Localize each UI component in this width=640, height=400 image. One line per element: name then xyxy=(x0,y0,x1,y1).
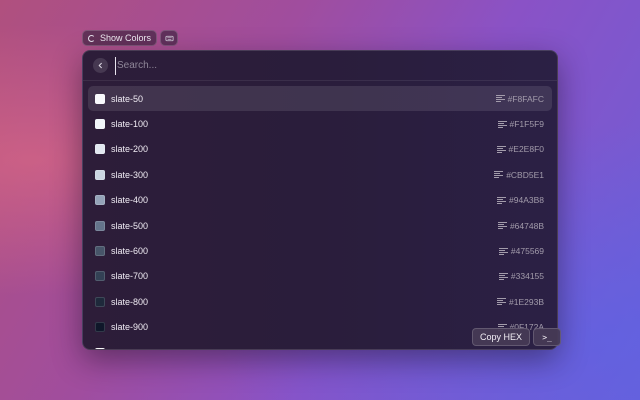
hex-value: #E2E8F0 xyxy=(508,144,544,155)
back-button[interactable] xyxy=(93,58,108,73)
hex-accessory: #475569 xyxy=(498,246,544,257)
hex-accessory: #F8FAFC xyxy=(495,93,544,104)
list-item[interactable]: slate-500 #64748B xyxy=(88,213,552,238)
copy-hex-button[interactable]: Copy HEX xyxy=(472,328,531,346)
color-swatch xyxy=(95,246,105,257)
hex-value: #F8FAFC xyxy=(507,93,544,104)
hex-value: #64748B xyxy=(509,220,544,231)
color-swatch xyxy=(95,347,105,349)
command-pill[interactable]: Show Colors xyxy=(82,30,158,46)
color-name: slate-400 xyxy=(111,195,149,206)
color-name: slate-900 xyxy=(111,322,149,333)
color-swatch xyxy=(95,195,105,206)
text-align-icon xyxy=(496,349,505,350)
command-header: Show Colors xyxy=(82,30,179,46)
text-align-icon xyxy=(498,247,508,255)
color-swatch xyxy=(95,93,105,104)
color-swatch xyxy=(95,271,105,282)
hex-accessory: #CBD5E1 xyxy=(494,170,544,180)
color-swatch xyxy=(95,144,105,155)
hex-accessory: #64748B xyxy=(497,220,544,231)
color-name: slate-500 xyxy=(111,220,149,231)
text-align-icon xyxy=(496,145,506,153)
keyboard-button[interactable] xyxy=(160,30,179,46)
list-item[interactable]: slate-100 #F1F5F9 xyxy=(88,111,552,136)
search-input[interactable] xyxy=(115,56,557,75)
text-align-icon xyxy=(497,120,507,128)
color-name: gray-50 xyxy=(111,348,496,349)
hex-value: #94A3B8 xyxy=(509,195,544,206)
list-item[interactable]: slate-50 #F8FAFC xyxy=(88,86,552,112)
color-name: slate-200 xyxy=(111,144,149,155)
terminal-button[interactable]: >_ xyxy=(533,328,562,346)
hex-accessory: #E2E8F0 xyxy=(496,144,544,155)
color-list: slate-50 #F8FAFC slate-100 #F1F5F9 slate-200… xyxy=(88,86,552,350)
color-swatch xyxy=(95,322,105,333)
search-bar xyxy=(83,51,557,81)
colors-panel: slate-50 #F8FAFC slate-100 #F1F5F9 slate-200… xyxy=(82,50,558,350)
list-item[interactable]: slate-400 #94A3B8 xyxy=(88,188,552,213)
color-name: slate-700 xyxy=(111,271,149,282)
color-name: slate-100 xyxy=(111,119,149,130)
color-name: slate-800 xyxy=(111,296,149,307)
list-item[interactable]: slate-700 #334155 xyxy=(88,264,552,289)
keyboard-icon xyxy=(165,35,174,41)
hex-value: #334155 xyxy=(510,271,544,282)
text-align-icon xyxy=(497,298,507,306)
text-align-icon xyxy=(497,196,507,204)
list-item[interactable]: slate-200 #E2E8F0 xyxy=(88,137,552,162)
loading-spinner-icon xyxy=(88,34,95,42)
list-item[interactable]: slate-800 #1E293B xyxy=(88,289,552,314)
text-align-icon xyxy=(498,272,508,280)
hex-accessory: #334155 xyxy=(498,271,544,282)
text-align-icon xyxy=(495,95,505,103)
action-bar: Copy HEX >_ xyxy=(472,328,562,346)
color-swatch xyxy=(95,296,105,307)
hex-value: #CBD5E1 xyxy=(506,169,544,180)
list-item[interactable]: slate-300 #CBD5E1 xyxy=(88,162,552,187)
text-align-icon xyxy=(497,222,507,230)
command-label: Show Colors xyxy=(100,33,152,43)
color-swatch xyxy=(95,169,105,180)
hex-accessory: #1E293B xyxy=(497,297,544,307)
text-align-icon xyxy=(494,171,504,179)
hex-value: #1E293B xyxy=(509,296,544,307)
hex-value: #F9FAFB xyxy=(508,348,544,349)
color-name: slate-600 xyxy=(111,246,149,257)
color-swatch xyxy=(95,119,105,130)
chevron-left-icon xyxy=(98,62,102,69)
hex-accessory: #F1F5F9 xyxy=(497,119,545,130)
hex-accessory: #94A3B8 xyxy=(497,195,544,205)
color-name: slate-50 xyxy=(111,93,144,104)
hex-value: #F1F5F9 xyxy=(509,119,545,130)
hex-value: #475569 xyxy=(510,246,544,257)
list-item[interactable]: slate-600 #475569 xyxy=(88,238,552,263)
hex-accessory: #F9FAFB xyxy=(496,348,544,350)
color-name: slate-300 xyxy=(111,169,149,180)
color-swatch xyxy=(95,220,105,231)
